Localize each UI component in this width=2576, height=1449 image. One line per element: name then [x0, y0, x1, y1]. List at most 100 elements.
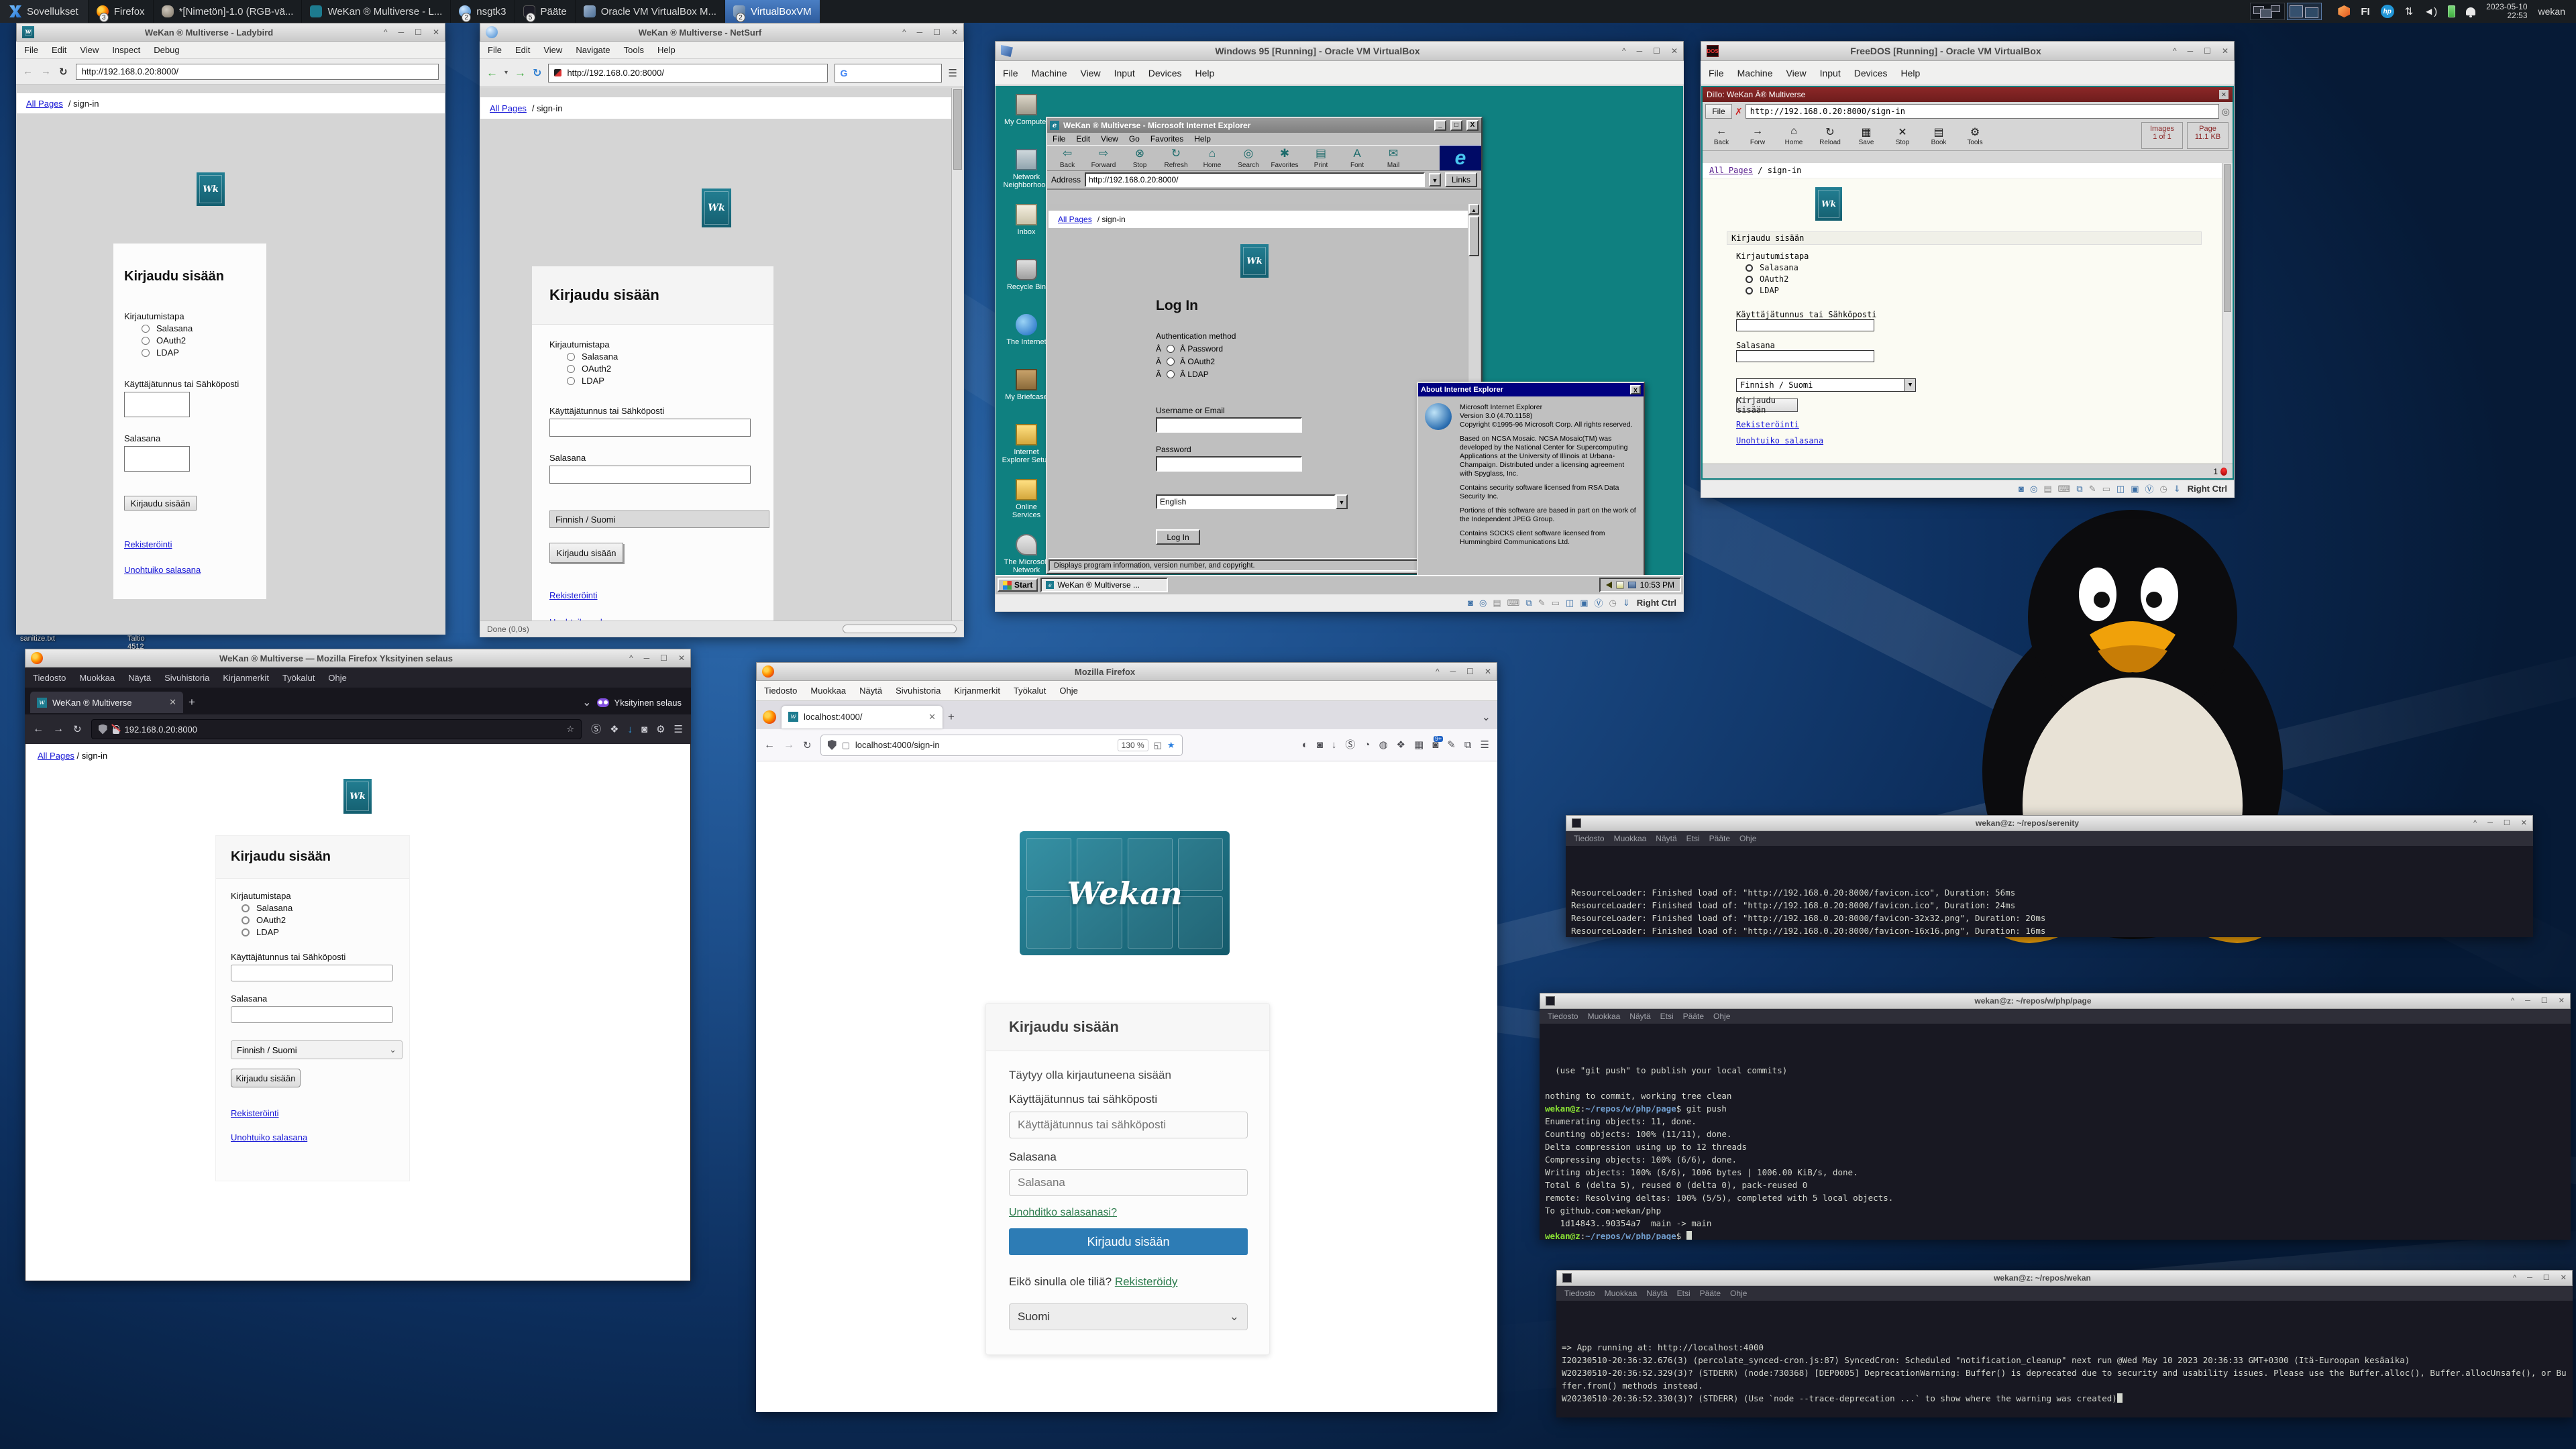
shade-button[interactable]: ^: [902, 28, 906, 36]
menu-item[interactable]: Edit: [1076, 134, 1090, 144]
menu-icon[interactable]: ☰: [949, 67, 957, 79]
close-button[interactable]: ✕: [1671, 47, 1678, 55]
firefox-titlebar[interactable]: WeKan ® Multiverse — Mozilla Firefox Yks…: [25, 649, 691, 667]
maximize-button[interactable]: ☐: [2543, 1274, 2550, 1282]
toolbar-extension-icon[interactable]: ◙: [1317, 740, 1323, 750]
ie-toolbar-button[interactable]: A Font: [1340, 147, 1375, 169]
shade-button[interactable]: ^: [2511, 997, 2514, 1005]
close-button[interactable]: ✕: [433, 28, 439, 36]
ie-toolbar-button[interactable]: ▤ Print: [1303, 147, 1338, 169]
toolbar-extension-icon[interactable]: ☰: [1481, 740, 1489, 750]
toolbar-extension-icon[interactable]: ✎: [1447, 740, 1456, 750]
vbox-status-icon[interactable]: ▭: [1552, 598, 1560, 608]
toolbar-extension-icon[interactable]: ❖: [610, 724, 619, 735]
win95-desktop-icon[interactable]: Internet Explorer Setup: [1001, 424, 1052, 464]
language-select[interactable]: Finnish / Suomi ⌄: [231, 1040, 402, 1059]
toolbar-extension-icon[interactable]: ▦: [1414, 740, 1424, 750]
reload-icon[interactable]: ↻: [533, 66, 541, 80]
menu-item[interactable]: View: [1101, 134, 1118, 144]
menu-item[interactable]: Muokkaa: [1614, 834, 1647, 843]
password-input[interactable]: [1156, 456, 1302, 472]
dillo-toolbar-button[interactable]: ▦ Save: [1851, 125, 1881, 146]
toolbar-extension-icon[interactable]: ◍: [1379, 740, 1387, 750]
menu-item[interactable]: File: [1003, 68, 1018, 78]
terminal-titlebar[interactable]: wekan@z: ~/repos/w/php/page ^─☐✕: [1540, 993, 2571, 1009]
win95-desktop-icon[interactable]: Online Services: [1001, 479, 1052, 519]
menu-item[interactable]: Devices: [1148, 68, 1182, 78]
menu-item[interactable]: Go: [1129, 134, 1140, 144]
forward-icon[interactable]: →: [53, 723, 64, 735]
toolbar-extension-icon[interactable]: ❖: [1397, 740, 1405, 750]
back-icon[interactable]: ←: [764, 739, 775, 751]
password-input[interactable]: [1736, 350, 1874, 362]
taskbar-button[interactable]: VirtualBoxVM 2: [724, 0, 820, 23]
maximize-button[interactable]: ☐: [415, 28, 422, 36]
maximize-button[interactable]: ☐: [2504, 819, 2510, 827]
radio-option[interactable]: ÂÂ LDAP: [1156, 370, 1438, 379]
signin-button[interactable]: Kirjaudu sisään: [1736, 398, 1798, 412]
dillo-toolbar-button[interactable]: ⚙ Tools: [1960, 125, 1990, 146]
signin-button[interactable]: Kirjaudu sisään: [549, 543, 623, 563]
menu-item[interactable]: File: [1053, 134, 1065, 144]
vbox-status-icon[interactable]: ✎: [2089, 484, 2096, 494]
language-select[interactable]: Finnish / Suomi: [549, 511, 769, 528]
language-select[interactable]: Suomi ⌄: [1009, 1303, 1248, 1330]
menu-item[interactable]: Input: [1820, 68, 1841, 78]
radio-option[interactable]: OAuth2: [241, 915, 394, 925]
ie-toolbar-button[interactable]: ⊗ Stop: [1122, 147, 1157, 169]
menu-item[interactable]: Tiedosto: [33, 673, 66, 683]
taskbar-button[interactable]: Pääte 5: [515, 0, 575, 23]
terminal-output[interactable]: => App running at: http://localhost:4000…: [1556, 1301, 2573, 1417]
minimize-button[interactable]: ─: [1637, 47, 1643, 55]
minimize-button[interactable]: ─: [917, 28, 923, 36]
taskbar-button[interactable]: nsgtk3 2: [450, 0, 514, 23]
dillo-toolbar-button[interactable]: ← Back: [1707, 125, 1736, 146]
username-input[interactable]: [124, 392, 190, 417]
vertical-scrollbar[interactable]: [951, 88, 963, 621]
shade-button[interactable]: ^: [1436, 667, 1440, 676]
dillo-toolbar-button[interactable]: ▤ Book: [1924, 125, 1953, 146]
forgot-link[interactable]: Unohtuiko salasana: [124, 565, 201, 575]
menu-item[interactable]: Ohje: [328, 673, 346, 683]
forgot-password-link[interactable]: Unohditko salasanasi?: [1009, 1207, 1117, 1218]
maximize-button[interactable]: ☐: [933, 28, 941, 36]
menu-item[interactable]: View: [543, 45, 562, 55]
toolbar-extension-icon[interactable]: ☰: [674, 724, 683, 735]
tab-wekan[interactable]: w WeKan ® Multiverse ✕: [30, 692, 183, 713]
minimize-button[interactable]: ─: [644, 654, 650, 662]
ie-toolbar-button[interactable]: ⌂ Home: [1195, 147, 1230, 169]
menu-item[interactable]: Navigate: [576, 45, 610, 55]
win95-desktop-icon[interactable]: Inbox: [1001, 204, 1052, 236]
ie-toolbar-button[interactable]: ✱ Favorites: [1267, 147, 1302, 169]
vbox-status-icon[interactable]: ◷: [2160, 484, 2167, 494]
menu-item[interactable]: Input: [1114, 68, 1135, 78]
radio-option[interactable]: LDAP: [142, 347, 256, 358]
signin-button[interactable]: Kirjaudu sisään: [231, 1069, 301, 1087]
menu-item[interactable]: Muokkaa: [1588, 1012, 1621, 1021]
ie-close-button[interactable]: X: [1466, 120, 1479, 131]
register-link[interactable]: Rekisteröidy: [1115, 1275, 1178, 1288]
radio-option[interactable]: Salasana: [567, 352, 756, 362]
netsurf-titlebar[interactable]: WeKan ® Multiverse - NetSurf ^─☐✕: [480, 23, 964, 42]
tab-close-icon[interactable]: ✕: [928, 712, 936, 722]
menu-item[interactable]: Machine: [1737, 68, 1773, 78]
terminal-titlebar[interactable]: wekan@z: ~/repos/serenity ^─☐✕: [1566, 815, 2533, 831]
vbox-status-icon[interactable]: ⌨: [1507, 598, 1520, 608]
menu-item[interactable]: Tiedosto: [764, 686, 797, 696]
menu-item[interactable]: Favorites: [1150, 134, 1183, 144]
username-input[interactable]: [231, 965, 393, 981]
vbox-status-icon[interactable]: ◷: [1609, 598, 1617, 608]
radio-option[interactable]: LDAP: [1746, 286, 2192, 295]
vbox-status-icon[interactable]: ⧉: [2076, 484, 2082, 494]
maximize-button[interactable]: ☐: [660, 654, 667, 662]
maximize-button[interactable]: ☐: [1466, 667, 1474, 676]
win95-desktop-icon[interactable]: The Internet: [1001, 314, 1052, 346]
menu-item[interactable]: Machine: [1032, 68, 1067, 78]
firefox-titlebar[interactable]: Mozilla Firefox ^─☐✕: [756, 662, 1497, 681]
menu-item[interactable]: Työkalut: [1014, 686, 1046, 696]
vbox-titlebar[interactable]: DOS FreeDOS [Running] - Oracle VM Virtua…: [1701, 41, 2235, 61]
vbox-status-icon[interactable]: ▣: [2131, 484, 2139, 494]
menu-item[interactable]: Edit: [52, 45, 66, 55]
back-menu-icon[interactable]: ▾: [504, 69, 508, 76]
forward-icon[interactable]: →: [41, 66, 51, 77]
